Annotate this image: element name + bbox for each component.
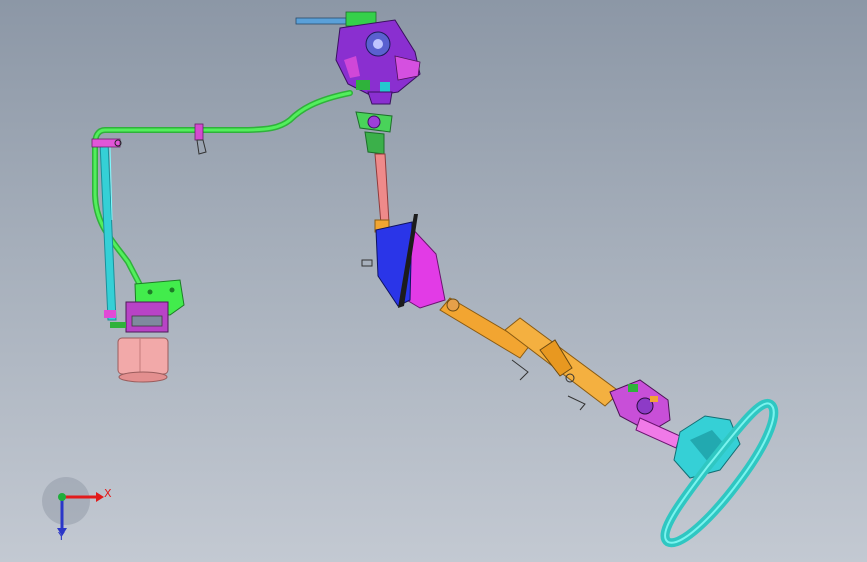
fluid-reservoir[interactable] — [117, 337, 169, 383]
model-canvas[interactable] — [0, 0, 867, 562]
column-switch-assembly[interactable] — [609, 379, 681, 449]
x-axis-label: X — [104, 487, 112, 500]
coordinate-triad — [42, 477, 104, 536]
y-axis-label: Y — [58, 530, 65, 543]
steering-column[interactable] — [439, 297, 621, 411]
pressure-line[interactable] — [92, 90, 353, 288]
dash-boot[interactable] — [361, 214, 446, 309]
upper-u-joint[interactable] — [355, 111, 393, 155]
cad-viewport[interactable]: X Y — [0, 0, 867, 562]
reservoir-bracket[interactable] — [104, 279, 185, 333]
intermediate-shaft[interactable] — [374, 153, 390, 233]
steering-wheel[interactable] — [660, 398, 779, 548]
hydraulic-pump-assembly[interactable] — [295, 11, 421, 105]
